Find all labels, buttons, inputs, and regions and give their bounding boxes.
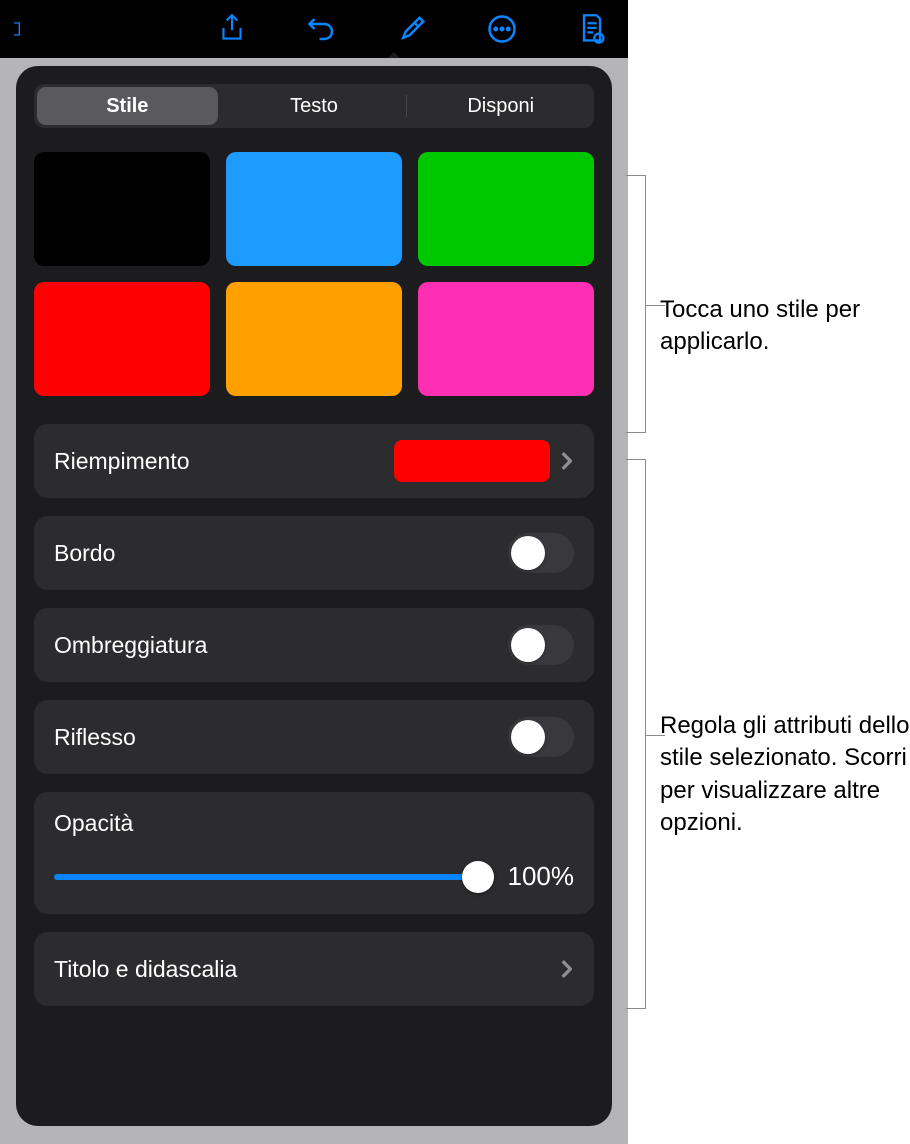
share-icon[interactable] (216, 13, 248, 45)
doc-edge-icon[interactable] (4, 13, 36, 45)
border-row[interactable]: Bordo (34, 516, 594, 590)
shadow-toggle[interactable] (508, 625, 574, 665)
tab-text[interactable]: Testo (221, 87, 408, 125)
callout-bracket-1 (626, 175, 646, 433)
paintbrush-icon[interactable] (396, 13, 428, 45)
reflection-toggle[interactable] (508, 717, 574, 757)
callout-text-1: Tocca uno stile per applicarlo. (660, 294, 900, 359)
style-presets-grid (34, 152, 594, 396)
style-preset-2[interactable] (418, 152, 594, 266)
style-preset-0[interactable] (34, 152, 210, 266)
more-icon[interactable] (486, 13, 518, 45)
top-toolbar (0, 0, 628, 58)
style-preset-5[interactable] (418, 282, 594, 396)
callout-bracket-2 (626, 459, 646, 1009)
style-preset-3[interactable] (34, 282, 210, 396)
format-segmented-control: Stile Testo Disponi (34, 84, 594, 128)
reflection-label: Riflesso (54, 724, 508, 751)
undo-icon[interactable] (306, 13, 338, 45)
fill-label: Riempimento (54, 448, 394, 475)
chevron-right-icon (560, 450, 574, 472)
callout-text-2: Regola gli attributi dello stile selezio… (660, 710, 910, 840)
tab-style[interactable]: Stile (37, 87, 218, 125)
opacity-value: 100% (496, 861, 574, 892)
opacity-label: Opacità (54, 810, 574, 837)
shadow-label: Ombreggiatura (54, 632, 508, 659)
reflection-row[interactable]: Riflesso (34, 700, 594, 774)
fill-color-chip (394, 440, 550, 482)
opacity-row: Opacità 100% (34, 792, 594, 914)
opacity-slider-thumb[interactable] (462, 861, 494, 893)
opacity-slider[interactable] (54, 874, 478, 880)
chevron-right-icon (560, 958, 574, 980)
tab-arrange[interactable]: Disponi (407, 87, 594, 125)
shadow-row[interactable]: Ombreggiatura (34, 608, 594, 682)
style-preset-4[interactable] (226, 282, 402, 396)
style-preset-1[interactable] (226, 152, 402, 266)
format-panel: Stile Testo Disponi Riempimento Bordo Om… (16, 66, 612, 1126)
border-toggle[interactable] (508, 533, 574, 573)
fill-row[interactable]: Riempimento (34, 424, 594, 498)
document-settings-icon[interactable] (576, 13, 608, 45)
caption-label: Titolo e didascalia (54, 956, 560, 983)
caption-row[interactable]: Titolo e didascalia (34, 932, 594, 1006)
border-label: Bordo (54, 540, 508, 567)
